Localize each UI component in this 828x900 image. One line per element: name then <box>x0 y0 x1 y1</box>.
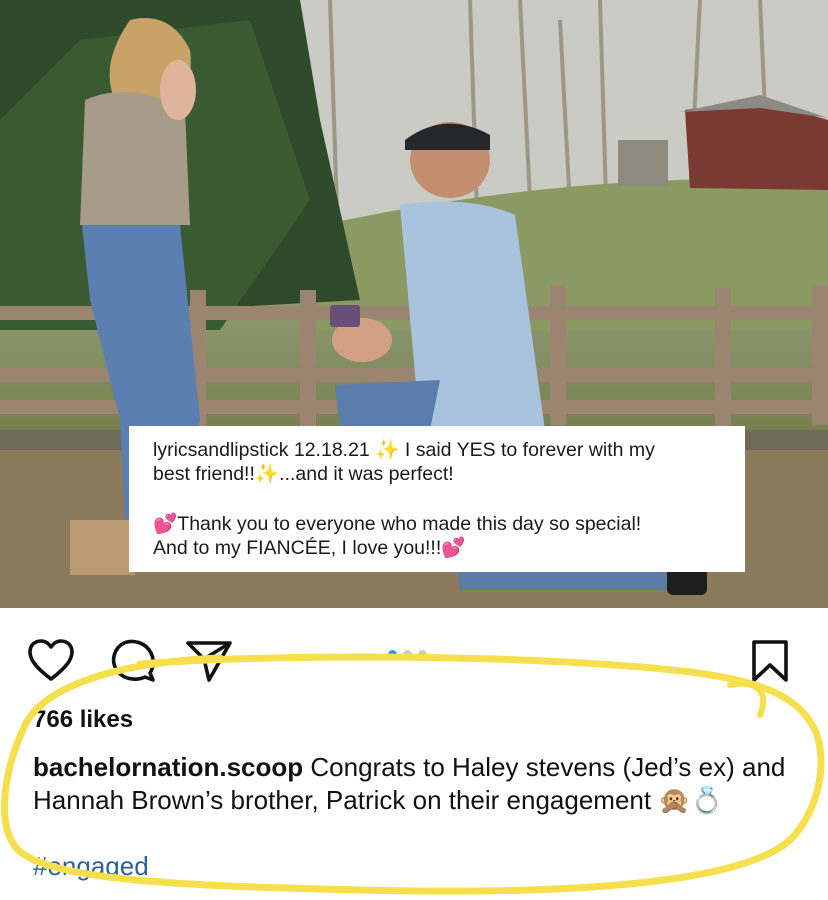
heart-icon <box>28 639 74 681</box>
comment-icon <box>111 639 155 682</box>
share-button[interactable] <box>182 634 236 688</box>
likes-count[interactable]: 766 likes <box>33 706 133 734</box>
carousel-dot <box>418 650 427 659</box>
caption-line-4: And to my FIANCÉE, I love you!!!💕 <box>153 537 466 559</box>
carousel-dot-active <box>388 650 397 659</box>
like-button[interactable] <box>24 634 78 688</box>
carousel-indicator <box>388 650 427 659</box>
caption-line-3: 💕Thank you to everyone who made this day… <box>153 513 642 535</box>
comment-button[interactable] <box>106 634 160 688</box>
caption-line-2: best friend!!✨...and it was perfect! <box>153 463 454 485</box>
caption-text: 12.18.21 ✨ I said YES to forever with my <box>288 439 655 461</box>
post-username[interactable]: bachelornation.scoop <box>33 752 303 782</box>
caption-line-1: lyricsandlipstick 12.18.21 ✨ I said YES … <box>153 438 729 462</box>
caption-username: lyricsandlipstick <box>153 439 289 461</box>
save-button[interactable] <box>743 634 797 688</box>
post-photo[interactable]: lyricsandlipstick 12.18.21 ✨ I said YES … <box>0 0 828 608</box>
hashtag-link[interactable]: #engaged <box>33 851 149 882</box>
bookmark-icon <box>752 640 788 682</box>
photo-caption-card: lyricsandlipstick 12.18.21 ✨ I said YES … <box>129 426 745 572</box>
post-caption: bachelornation.scoop Congrats to Haley s… <box>33 751 793 817</box>
share-icon <box>186 641 232 682</box>
carousel-dot <box>403 650 412 659</box>
